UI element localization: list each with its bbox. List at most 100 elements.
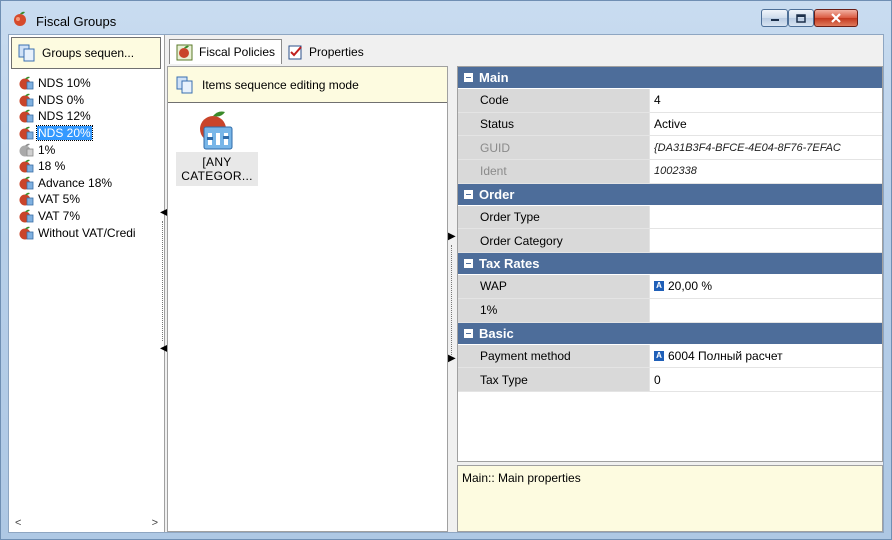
property-value[interactable] — [650, 206, 882, 230]
tab-fiscal-policies[interactable]: Fiscal Policies — [169, 39, 283, 64]
expand-right-arrow-icon-bottom[interactable]: ▶ — [448, 353, 456, 364]
property-description: Main:: Main properties — [457, 465, 883, 532]
fiscal-policies-panel: Items sequence editing mode [ANY CATEGOR… — [167, 66, 448, 532]
collapse-toggle-icon[interactable] — [464, 328, 473, 338]
property-name: Order Category — [458, 229, 650, 254]
category-basic[interactable]: Basic — [458, 322, 882, 345]
property-row-order-type[interactable]: Order Type — [458, 205, 882, 230]
list-item[interactable]: Without VAT/Credi — [9, 224, 163, 241]
property-name: 1% — [458, 298, 650, 323]
fiscal-policy-item-icon — [200, 111, 233, 150]
sequence-icon — [18, 44, 35, 62]
property-row-payment-method[interactable]: Payment method A 6004 Полный расчет — [458, 344, 882, 369]
apple-group-icon — [19, 110, 34, 123]
list-item[interactable]: 1% — [9, 141, 163, 158]
horizontal-scrollbar[interactable]: < > — [9, 514, 164, 532]
property-name: GUID — [458, 136, 650, 161]
right-splitter[interactable]: ▶ ▶ — [447, 231, 457, 371]
items-sequence-mode-label: Items sequence editing mode — [202, 77, 359, 92]
sequence-icon — [176, 76, 193, 93]
property-row-status[interactable]: Status Active — [458, 112, 882, 137]
minimize-button[interactable] — [761, 9, 788, 27]
apple-group-icon — [19, 176, 34, 190]
apple-group-icon — [19, 77, 34, 90]
property-name: Code — [458, 89, 650, 113]
window-client-area: Groups sequen... NDS 10% NDS 0% NDS 12% … — [8, 34, 884, 533]
close-button[interactable] — [814, 9, 858, 27]
apple-group-icon — [19, 209, 34, 223]
category-tax-rates[interactable]: Tax Rates — [458, 253, 882, 276]
close-icon — [831, 13, 841, 23]
tab-strip: Fiscal Policies Properties — [169, 39, 370, 66]
property-name: WAP — [458, 275, 650, 299]
splitter-grip — [162, 221, 164, 341]
property-name: Status — [458, 112, 650, 137]
maximize-button[interactable] — [788, 9, 814, 27]
scroll-right-button[interactable]: > — [152, 517, 158, 529]
left-splitter[interactable]: ◀ ◀ — [159, 207, 168, 357]
maximize-icon — [796, 13, 806, 23]
category-order[interactable]: Order — [458, 183, 882, 206]
property-name: Order Type — [458, 205, 650, 230]
property-name: Tax Type — [458, 368, 650, 392]
category-main[interactable]: Main — [458, 67, 882, 89]
property-name: Payment method — [458, 344, 650, 369]
expand-right-arrow-icon[interactable]: ▶ — [448, 231, 456, 242]
property-value[interactable]: A 20,00 % — [650, 275, 882, 299]
apple-group-icon — [19, 160, 34, 173]
collapse-toggle-icon[interactable] — [464, 189, 473, 199]
apple-group-icon — [19, 93, 34, 107]
list-item[interactable]: VAT 7% — [9, 208, 163, 225]
tab-fiscal-policies-label: Fiscal Policies — [199, 45, 276, 59]
list-item[interactable]: NDS 10% — [9, 75, 163, 92]
property-name: Ident — [458, 160, 650, 184]
apple-group-icon — [19, 126, 34, 140]
minimize-icon — [770, 19, 779, 21]
apple-app-icon — [14, 11, 26, 26]
property-value[interactable]: A 6004 Полный расчет — [650, 345, 882, 369]
groups-panel: Groups sequen... NDS 10% NDS 0% NDS 12% … — [9, 35, 165, 532]
items-sequence-mode-button[interactable]: Items sequence editing mode — [168, 67, 447, 103]
groups-sequence-label: Groups sequen... — [42, 46, 135, 60]
fiscal-policies-icon — [176, 44, 193, 61]
property-value[interactable] — [650, 229, 882, 254]
window-title: Fiscal Groups — [36, 14, 117, 29]
policy-item-tile[interactable]: [ANY CATEGOR... — [176, 111, 258, 189]
property-value: 1002338 — [650, 160, 882, 184]
list-item[interactable]: VAT 5% — [9, 191, 163, 208]
properties-icon — [288, 45, 302, 59]
apple-group-gray-icon — [19, 143, 34, 157]
reference-badge-icon: A — [654, 350, 664, 361]
reference-badge-icon: A — [654, 281, 664, 292]
property-value[interactable]: 0 — [650, 368, 882, 392]
property-value[interactable]: Active — [650, 113, 882, 137]
fiscal-groups-window: Fiscal Groups Groups sequen... NDS 10% N… — [0, 0, 892, 540]
policy-item-label: [ANY CATEGOR... — [176, 152, 258, 186]
list-item-selected[interactable]: NDS 20% — [9, 125, 163, 142]
property-grid: Main Code 4 Status Active GUID {DA31B3F4-BF… — [457, 66, 883, 462]
property-row-order-category[interactable]: Order Category — [458, 229, 882, 254]
property-row-code[interactable]: Code 4 — [458, 89, 882, 113]
list-item[interactable]: NDS 12% — [9, 108, 163, 125]
splitter-grip — [451, 245, 452, 355]
group-list: NDS 10% NDS 0% NDS 12% NDS 20% 1% 18 % A… — [9, 75, 163, 241]
scroll-left-button[interactable]: < — [15, 517, 21, 529]
collapse-toggle-icon[interactable] — [464, 259, 473, 269]
tab-properties-label: Properties — [309, 44, 364, 59]
property-row-tax-type[interactable]: Tax Type 0 — [458, 368, 882, 392]
list-item[interactable]: Advance 18% — [9, 175, 163, 192]
apple-group-icon — [19, 226, 34, 240]
tab-properties[interactable]: Properties — [282, 39, 370, 64]
property-value[interactable]: 4 — [650, 89, 882, 113]
property-value: {DA31B3F4-BFCE-4E04-8F76-7EFAC — [650, 136, 882, 161]
property-value[interactable] — [650, 299, 882, 323]
property-row-1-percent[interactable]: 1% — [458, 298, 882, 323]
list-item[interactable]: NDS 0% — [9, 92, 163, 109]
property-row-ident[interactable]: Ident 1002338 — [458, 160, 882, 184]
collapse-toggle-icon[interactable] — [464, 73, 473, 82]
groups-sequence-button[interactable]: Groups sequen... — [11, 37, 161, 69]
list-item[interactable]: 18 % — [9, 158, 163, 175]
property-row-guid[interactable]: GUID {DA31B3F4-BFCE-4E04-8F76-7EFAC — [458, 136, 882, 161]
property-row-wap[interactable]: WAP A 20,00 % — [458, 275, 882, 299]
title-bar[interactable]: Fiscal Groups — [1, 1, 891, 35]
